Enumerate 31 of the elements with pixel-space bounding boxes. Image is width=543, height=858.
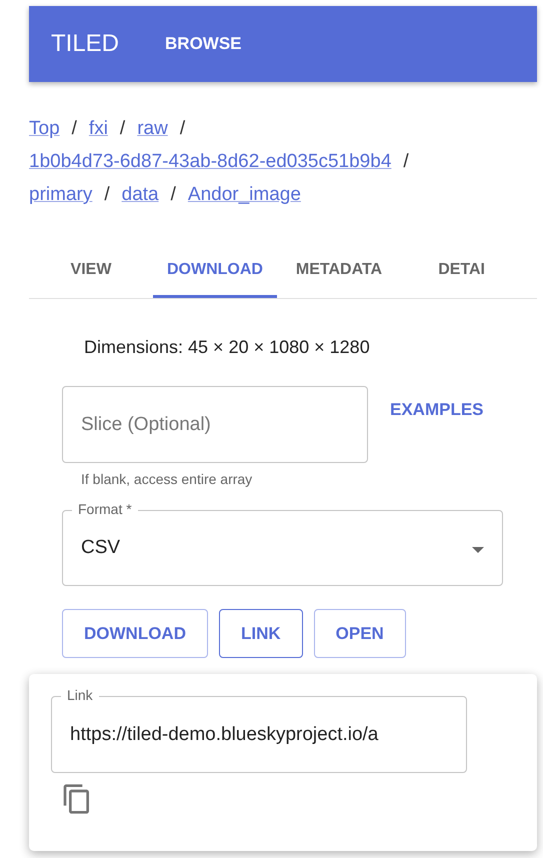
select-value: CSV — [81, 537, 120, 559]
tab[interactable]: METADATA — [277, 246, 401, 298]
breadcrumb-link[interactable]: raw — [137, 118, 168, 139]
breadcrumb-separator: / — [403, 151, 409, 172]
breadcrumb-separator: / — [72, 118, 77, 139]
tab[interactable]: DETAI — [401, 246, 485, 298]
slice-field[interactable]: Slice (Optional) — [62, 386, 368, 463]
nav-link[interactable]: BROWSE — [165, 34, 242, 54]
breadcrumb-link[interactable]: fxi — [88, 118, 108, 139]
breadcrumb-separator: / — [104, 184, 110, 205]
breadcrumb-separator: / — [180, 118, 186, 139]
breadcrumb-link[interactable]: Top — [29, 118, 60, 139]
dropdown-caret-icon — [472, 547, 484, 553]
link-value: https://tiled-demo.blueskyproject.io/a — [70, 724, 378, 746]
breadcrumb-link[interactable]: primary — [29, 184, 92, 205]
action-button[interactable]: OPEN — [314, 609, 406, 658]
field-label: Format * — [72, 501, 138, 517]
action-button[interactable]: DOWNLOAD — [62, 609, 208, 658]
field-label: Link — [61, 687, 99, 703]
app-title[interactable]: TILED — [51, 30, 120, 58]
breadcrumb-link[interactable]: Andor_image — [188, 184, 301, 205]
action-button[interactable]: LINK — [218, 609, 303, 658]
breadcrumb-separator: / — [170, 184, 176, 205]
breadcrumb-link[interactable]: 1b0b4d73-6d87-43ab-8d62-ed035c51b9b4 — [29, 151, 392, 172]
tab[interactable]: DOWNLOAD — [153, 246, 277, 298]
helper-text: If blank, access entire array — [80, 471, 254, 487]
breadcrumb-separator: / — [120, 118, 126, 139]
dimensions-text: Dimensions: 45 × 20 × 1080 × 1280 — [83, 337, 371, 358]
tab[interactable]: VIEW — [29, 246, 153, 298]
breadcrumb-link[interactable]: data — [122, 184, 159, 205]
examples-button[interactable]: EXAMPLES — [382, 398, 492, 422]
